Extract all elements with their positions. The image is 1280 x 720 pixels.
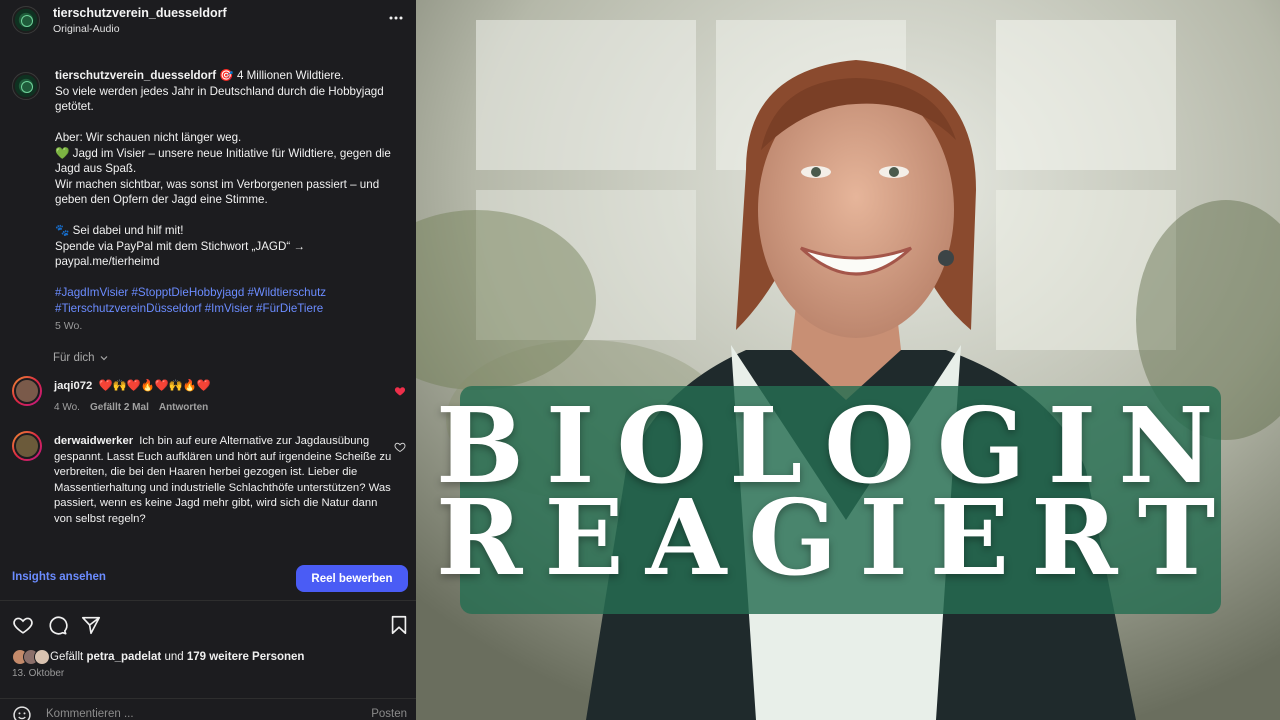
comment-avatar[interactable] (12, 376, 42, 406)
chevron-down-icon (100, 356, 107, 361)
heart-icon[interactable] (12, 614, 34, 636)
caption-text: tierschutzverein_duesseldorf 🎯 4 Million… (55, 68, 410, 335)
post-comment-button[interactable]: Posten (371, 708, 407, 720)
boost-reel-button[interactable]: Reel bewerben (296, 565, 408, 592)
likes-summary[interactable]: Gefällt petra_padelat und 179 weitere Pe… (12, 649, 304, 665)
more-horizontal-icon[interactable] (388, 10, 404, 26)
comment-time: 4 Wo. (54, 401, 80, 413)
share-icon[interactable] (80, 614, 102, 636)
comment-text: Ich bin auf eure Alternative zur Jagdaus… (54, 435, 392, 525)
post-header: tierschutzverein_duesseldorf Original-Au… (0, 0, 416, 46)
comment-composer: Posten (0, 698, 416, 720)
comment-body: jaqi072 ❤️🙌❤️🔥❤️🙌🔥❤️ 4 Wo. Gefällt 2 Mal… (54, 379, 396, 415)
comment-text: ❤️🙌❤️🔥❤️🙌🔥❤️ (98, 380, 211, 392)
caption-username[interactable]: tierschutzverein_duesseldorf (55, 69, 216, 82)
caption-line: Wir machen sichtbar, was sonst im Verbor… (55, 177, 380, 207)
insights-link[interactable]: Insights ansehen (12, 571, 106, 583)
likes-prefix: Gefällt (50, 651, 84, 663)
caption-line: 🎯 4 Millionen Wildtiere. (219, 69, 344, 82)
reel-video[interactable]: BIOLOGIN REAGIERT (416, 0, 1280, 720)
caption-line: So viele werden jedes Jahr in Deutschlan… (55, 84, 384, 114)
caption-hashtags[interactable]: #JagdImVisier #StopptDieHobbyjagd #Wildt… (55, 285, 410, 316)
comment-icon[interactable] (46, 614, 68, 636)
comment-username[interactable]: jaqi072 (54, 380, 92, 392)
bookmark-icon[interactable] (388, 614, 410, 636)
comment-body: derwaidwerker Ich bin auf eure Alternati… (54, 434, 396, 527)
comment-meta: 4 Wo. Gefällt 2 Mal Antworten (54, 400, 396, 416)
likes-user[interactable]: petra_padelat (86, 651, 161, 663)
caption-line: 💚 Jagd im Visier – unsere neue Initiativ… (55, 146, 391, 176)
comment-username[interactable]: derwaidwerker (54, 435, 133, 447)
caption-line: 🐾 Sei dabei und hilf mit! (55, 224, 184, 237)
comment-input[interactable] (46, 705, 346, 720)
caption-time: 5 Wo. (55, 320, 83, 332)
post-sidebar: tierschutzverein_duesseldorf Original-Au… (0, 0, 416, 720)
liker-avatars (12, 649, 50, 665)
caption-line: Aber: Wir schauen nicht länger weg. (55, 131, 242, 144)
likes-others[interactable]: 179 weitere Personen (187, 651, 305, 663)
header-username[interactable]: tierschutzverein_duesseldorf (53, 6, 227, 20)
post-date: 13. Oktober (12, 668, 65, 679)
audio-label[interactable]: Original-Audio (53, 23, 120, 35)
sort-label: Für dich (53, 352, 95, 364)
caption-avatar[interactable] (12, 72, 40, 100)
reply-button[interactable]: Antworten (159, 400, 208, 416)
likes-middle: und (164, 651, 184, 663)
comment-avatar[interactable] (12, 431, 42, 461)
post-actions (0, 612, 416, 638)
heart-filled-icon[interactable] (394, 385, 406, 397)
account-avatar[interactable] (12, 6, 40, 34)
video-title-line-2: REAGIERT (436, 476, 1238, 599)
owner-action-bar: Insights ansehen Reel bewerben (0, 560, 416, 596)
emoji-icon[interactable] (12, 705, 32, 720)
comment-likes[interactable]: Gefällt 2 Mal (90, 400, 149, 416)
divider (0, 600, 416, 601)
comment-sort-dropdown[interactable]: Für dich (53, 352, 109, 364)
caption-line: Spende via PayPal mit dem Stichwort „JAG… (55, 239, 305, 269)
heart-outline-icon[interactable] (394, 441, 406, 453)
